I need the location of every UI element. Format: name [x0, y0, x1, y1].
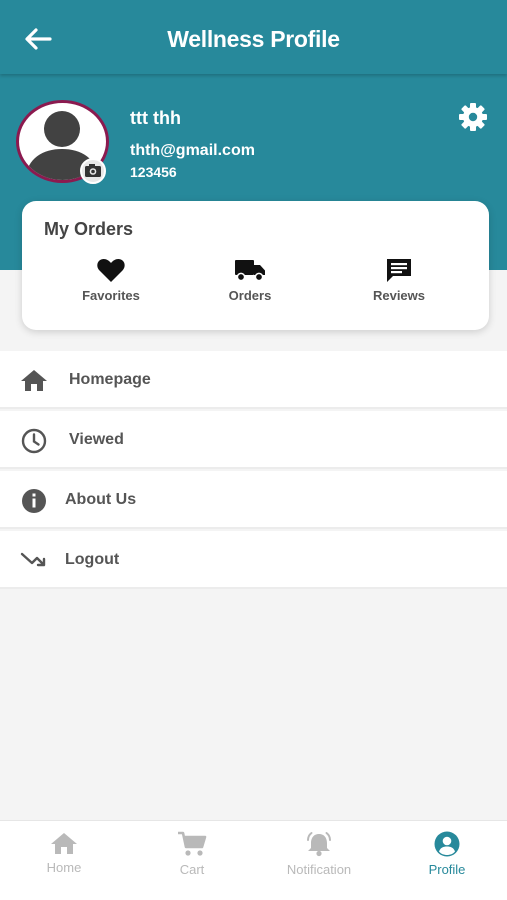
account-circle-icon — [434, 831, 460, 857]
menu-label-about-us: About Us — [65, 491, 137, 508]
nav-tab-profile[interactable]: Profile — [387, 831, 507, 891]
profile-menu: Homepage Viewed About Us Logout — [0, 351, 507, 591]
home-icon — [51, 833, 77, 854]
info-icon — [22, 489, 46, 513]
favorites-label: Favorites — [82, 288, 140, 303]
clock-icon — [21, 428, 47, 454]
bottom-navigation: Home Cart Notification Profile — [0, 820, 507, 900]
menu-label-viewed: Viewed — [69, 431, 124, 448]
menu-item-homepage[interactable]: Homepage — [0, 351, 507, 409]
logout-icon — [20, 552, 46, 567]
nav-tab-home[interactable]: Home — [4, 831, 124, 891]
nav-label-home: Home — [46, 860, 82, 875]
change-photo-button[interactable] — [80, 158, 106, 184]
reviews-label: Reviews — [372, 288, 426, 303]
message-icon — [387, 259, 411, 282]
menu-item-logout[interactable]: Logout — [0, 531, 507, 589]
nav-tab-notification[interactable]: Notification — [259, 831, 379, 891]
menu-item-about-us[interactable]: About Us — [0, 471, 507, 529]
orders-button[interactable]: Orders — [200, 257, 300, 309]
my-orders-card: My Orders Favorites Orders Reviews — [22, 201, 489, 330]
menu-item-viewed[interactable]: Viewed — [0, 411, 507, 469]
favorites-button[interactable]: Favorites — [61, 257, 161, 309]
nav-tab-cart[interactable]: Cart — [132, 831, 252, 891]
home-icon — [21, 370, 47, 391]
heart-icon — [97, 259, 125, 282]
nav-label-profile: Profile — [428, 862, 466, 877]
truck-icon — [235, 260, 265, 282]
reviews-button[interactable]: Reviews — [349, 257, 449, 309]
page-title: Wellness Profile — [167, 26, 340, 52]
menu-label-logout: Logout — [65, 551, 120, 568]
app-bar: Wellness Profile — [0, 0, 507, 74]
orders-label: Orders — [228, 288, 272, 303]
user-phone: 123456 — [130, 164, 177, 180]
settings-button[interactable] — [458, 102, 488, 132]
cart-icon — [178, 831, 207, 856]
user-email: thth@gmail.com — [130, 142, 255, 159]
nav-label-notification: Notification — [286, 862, 352, 877]
nav-label-cart: Cart — [179, 862, 205, 877]
my-orders-title: My Orders — [44, 219, 134, 239]
menu-label-homepage: Homepage — [69, 371, 151, 388]
bell-icon — [307, 832, 331, 857]
user-name: ttt thh — [130, 108, 181, 128]
gear-icon — [459, 103, 487, 131]
camera-icon — [85, 164, 101, 177]
